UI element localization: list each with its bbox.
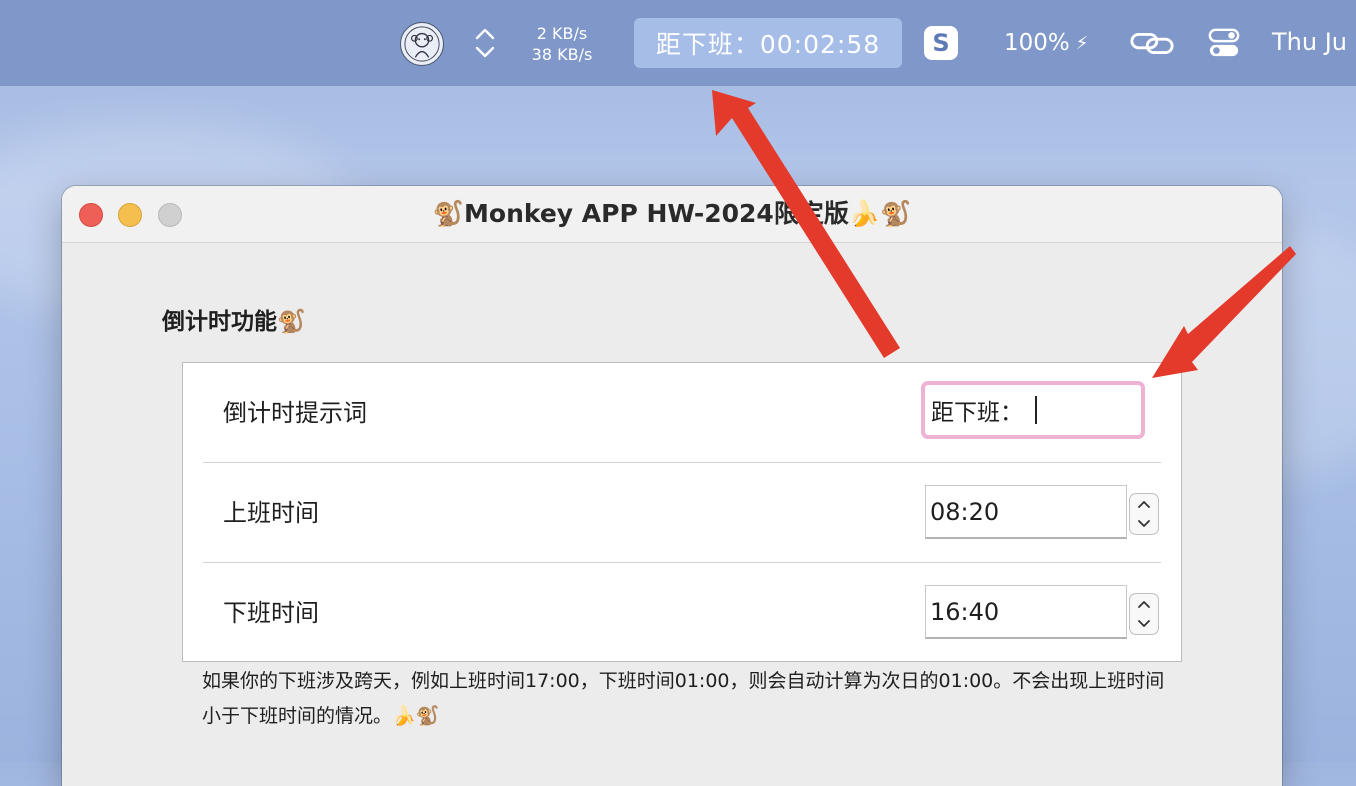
countdown-menu-item[interactable]: 距下班：00:02:58 [634, 18, 902, 68]
chevron-down-icon[interactable] [1137, 619, 1151, 629]
settings-row-end-time: 下班时间 16:40 [183, 563, 1181, 663]
minimize-button[interactable] [118, 203, 142, 227]
prompt-input-value: 距下班： [931, 400, 1023, 426]
countdown-prompt-input[interactable]: 距下班： [921, 381, 1145, 439]
s-app-icon[interactable]: S [924, 26, 958, 60]
text-caret [1035, 396, 1037, 424]
battery-percent: 100% [1004, 30, 1070, 56]
settings-row-start-time: 上班时间 08:20 [183, 463, 1181, 563]
close-button[interactable] [79, 203, 103, 227]
link-icon[interactable] [1128, 24, 1176, 62]
app-window: 🐒Monkey APP HW-2024限定版🍌🐒 倒计时功能🐒 倒计时提示词 距… [62, 186, 1282, 786]
network-speed-readout[interactable]: 2 KB/s 38 KB/s [522, 22, 602, 66]
settings-row-prompt: 倒计时提示词 距下班： [183, 363, 1181, 463]
menu-bar: 2 KB/s 38 KB/s 距下班：00:02:58 S 100% ⚡ Thu… [0, 0, 1356, 86]
battery-status[interactable]: 100% ⚡ [1004, 26, 1088, 60]
download-speed: 38 KB/s [531, 45, 593, 64]
start-time-stepper[interactable] [1129, 493, 1159, 535]
help-note: 如果你的下班涉及跨天，例如上班时间17:00，下班时间01:00，则会自动计算为… [202, 670, 1165, 727]
window-title: 🐒Monkey APP HW-2024限定版🍌🐒 [432, 199, 912, 228]
charging-bolt-icon: ⚡ [1075, 32, 1089, 54]
row-label: 倒计时提示词 [223, 399, 367, 427]
network-arrows-icon [470, 20, 500, 66]
upload-speed: 2 KB/s [536, 24, 588, 43]
end-time-stepper[interactable] [1129, 593, 1159, 635]
section-title: 倒计时功能🐒 [162, 309, 306, 335]
start-time-field[interactable]: 08:20 [925, 485, 1127, 539]
row-label: 下班时间 [223, 599, 319, 627]
settings-panel: 倒计时提示词 距下班： 上班时间 08:20 下班时间 16:40 [182, 362, 1182, 662]
chevron-down-icon[interactable] [1137, 519, 1151, 529]
monkey-logo-icon[interactable] [400, 22, 444, 66]
row-label: 上班时间 [223, 499, 319, 527]
control-center-icon[interactable] [1206, 24, 1242, 62]
end-time-field[interactable]: 16:40 [925, 585, 1127, 639]
chevron-up-icon[interactable] [1137, 599, 1151, 609]
menu-bar-clock[interactable]: Thu Ju [1272, 24, 1347, 60]
chevron-up-icon[interactable] [1137, 499, 1151, 509]
title-bar[interactable]: 🐒Monkey APP HW-2024限定版🍌🐒 [62, 186, 1282, 243]
zoom-button[interactable] [158, 203, 182, 227]
